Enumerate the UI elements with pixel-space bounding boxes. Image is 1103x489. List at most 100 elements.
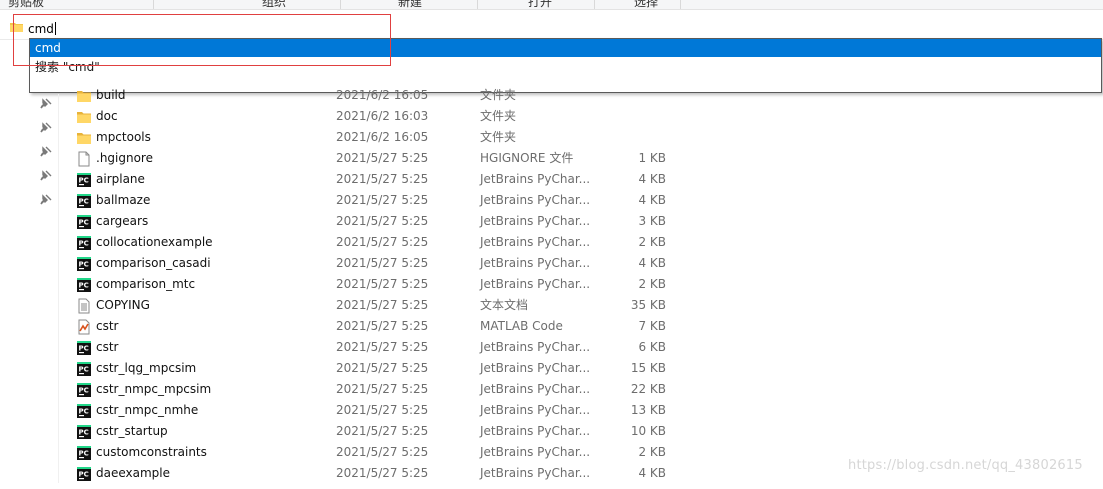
file-date: 2021/5/27 5:25 xyxy=(336,403,429,417)
address-bar[interactable] xyxy=(0,15,1103,40)
file-name: cstr_nmpc_mpcsim xyxy=(96,382,212,396)
file-row[interactable]: PC cstr_lqg_mpcsim 2021/5/27 5:25 JetBrains… xyxy=(58,358,1103,379)
file-name: COPYING xyxy=(96,298,150,312)
file-row[interactable]: PC cstr_startup 2021/5/27 5:25 JetBrains Py… xyxy=(58,421,1103,442)
file-row[interactable]: PC airplane 2021/5/27 5:25 JetBrains PyChar… xyxy=(58,169,1103,190)
file-date: 2021/5/27 5:25 xyxy=(336,277,429,291)
file-row[interactable]: build 2021/6/2 16:05 文件夹 xyxy=(58,85,1103,106)
navigation-pane xyxy=(0,94,59,483)
file-size: 4 KB xyxy=(638,256,666,270)
folder-icon xyxy=(76,88,92,104)
file-row[interactable]: PC comparison_casadi 2021/5/27 5:25 JetBrai… xyxy=(58,253,1103,274)
file-type: JetBrains PyChar... xyxy=(480,340,591,354)
file-name: cstr_lqg_mpcsim xyxy=(96,361,197,375)
pycharm-file-icon: PC xyxy=(76,214,92,230)
pycharm-file-icon: PC xyxy=(76,361,92,377)
pycharm-file-icon: PC xyxy=(76,403,92,419)
autocomplete-item-cmd[interactable]: cmd xyxy=(30,39,1101,57)
svg-text:PC: PC xyxy=(79,261,89,269)
file-date: 2021/6/2 16:05 xyxy=(336,130,429,144)
file-size xyxy=(598,127,666,148)
file-size: 10 KB xyxy=(630,424,666,438)
file-type: HGIGNORE 文件 xyxy=(480,151,574,165)
pycharm-file-icon: PC xyxy=(76,382,92,398)
file-row[interactable]: PC collocationexample 2021/5/27 5:25 JetBra… xyxy=(58,232,1103,253)
file-size: 2 KB xyxy=(638,277,666,291)
ribbon-bar: 剪贴板 组织 新建 打开 选择 xyxy=(0,0,1103,10)
file-row[interactable]: PC cargears 2021/5/27 5:25 JetBrains PyChar… xyxy=(58,211,1103,232)
file-name: doc xyxy=(96,109,118,123)
file-row[interactable]: COPYING 2021/5/27 5:25 文本文档 35 KB xyxy=(58,295,1103,316)
file-row[interactable]: doc 2021/6/2 16:03 文件夹 xyxy=(58,106,1103,127)
file-type: JetBrains PyChar... xyxy=(480,235,591,249)
file-size xyxy=(598,85,666,106)
svg-text:PC: PC xyxy=(79,387,89,395)
file-row[interactable]: .hgignore 2021/5/27 5:25 HGIGNORE 文件 1 KB xyxy=(58,148,1103,169)
file-type: 文本文档 xyxy=(480,298,529,312)
file-type: JetBrains PyChar... xyxy=(480,214,591,228)
ribbon-tab-clipboard[interactable]: 剪贴板 xyxy=(8,0,44,9)
watermark: https://blog.csdn.net/qq_43802615 xyxy=(848,458,1083,473)
file-date: 2021/5/27 5:25 xyxy=(336,445,429,459)
file-row[interactable]: PC cstr 2021/5/27 5:25 JetBrains PyChar... 6… xyxy=(58,337,1103,358)
ribbon-tab-organize[interactable]: 组织 xyxy=(262,0,286,9)
file-date: 2021/5/27 5:25 xyxy=(336,151,429,165)
file-row[interactable]: cstr 2021/5/27 5:25 MATLAB Code 7 KB xyxy=(58,316,1103,337)
ribbon-separator xyxy=(477,0,478,9)
file-name: daeexample xyxy=(96,466,171,480)
file-name: build xyxy=(96,88,126,102)
file-name: comparison_mtc xyxy=(96,277,196,291)
file-size: 4 KB xyxy=(638,466,666,480)
pycharm-file-icon: PC xyxy=(76,172,92,188)
file-size: 13 KB xyxy=(630,403,666,417)
text-file-icon xyxy=(76,298,92,314)
svg-text:PC: PC xyxy=(79,345,89,353)
file-size: 7 KB xyxy=(638,319,666,333)
svg-text:PC: PC xyxy=(79,450,89,458)
ribbon-tab-new[interactable]: 新建 xyxy=(398,0,422,9)
svg-text:PC: PC xyxy=(79,366,89,374)
autocomplete-item-search[interactable]: 搜索 "cmd" xyxy=(30,58,1101,76)
file-row[interactable]: PC comparison_mtc 2021/5/27 5:25 JetBrains … xyxy=(58,274,1103,295)
file-size: 2 KB xyxy=(638,235,666,249)
file-type: JetBrains PyChar... xyxy=(480,277,591,291)
file-date: 2021/5/27 5:25 xyxy=(336,382,429,396)
address-input[interactable]: cmd xyxy=(28,21,56,37)
pin-icon[interactable] xyxy=(38,122,52,136)
file-size xyxy=(598,106,666,127)
file-row[interactable]: PC cstr_nmpc_nmhe 2021/5/27 5:25 JetBrains … xyxy=(58,400,1103,421)
pin-icon[interactable] xyxy=(38,194,52,208)
file-type: JetBrains PyChar... xyxy=(480,256,591,270)
pycharm-file-icon: PC xyxy=(76,445,92,461)
ribbon-separator xyxy=(153,0,154,9)
file-date: 2021/5/27 5:25 xyxy=(336,319,429,333)
pin-icon[interactable] xyxy=(38,98,52,112)
blank-file-icon xyxy=(76,151,92,167)
file-type: JetBrains PyChar... xyxy=(480,403,591,417)
svg-text:PC: PC xyxy=(79,198,89,206)
file-row[interactable]: PC cstr_nmpc_mpcsim 2021/5/27 5:25 JetBrain… xyxy=(58,379,1103,400)
ribbon-tab-open[interactable]: 打开 xyxy=(528,0,552,9)
file-type: JetBrains PyChar... xyxy=(480,466,591,480)
svg-text:PC: PC xyxy=(79,429,89,437)
file-size: 1 KB xyxy=(638,151,666,165)
file-size: 22 KB xyxy=(630,382,666,396)
file-row[interactable]: PC ballmaze 2021/5/27 5:25 JetBrains PyChar… xyxy=(58,190,1103,211)
file-size: 4 KB xyxy=(638,193,666,207)
file-size: 6 KB xyxy=(638,340,666,354)
pycharm-file-icon: PC xyxy=(76,277,92,293)
file-date: 2021/5/27 5:25 xyxy=(336,256,429,270)
ribbon-tab-select[interactable]: 选择 xyxy=(634,0,658,9)
file-size: 2 KB xyxy=(638,445,666,459)
file-name: .hgignore xyxy=(96,151,153,165)
file-date: 2021/5/27 5:25 xyxy=(336,235,429,249)
file-date: 2021/6/2 16:03 xyxy=(336,109,429,123)
file-row[interactable]: mpctools 2021/6/2 16:05 文件夹 xyxy=(58,127,1103,148)
pycharm-file-icon: PC xyxy=(76,340,92,356)
pin-icon[interactable] xyxy=(38,146,52,160)
ribbon-separator xyxy=(680,0,681,9)
file-type: JetBrains PyChar... xyxy=(480,382,591,396)
svg-text:PC: PC xyxy=(79,240,89,248)
pin-icon[interactable] xyxy=(38,170,52,184)
file-type: 文件夹 xyxy=(480,88,517,102)
